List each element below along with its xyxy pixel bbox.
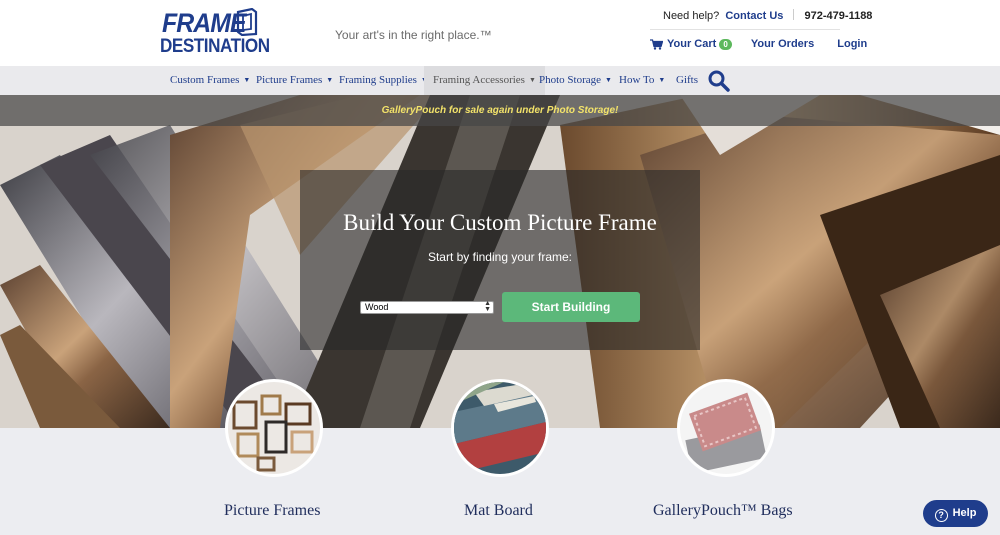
site-tagline: Your art's in the right place.™ <box>335 28 492 42</box>
cart-count-badge: 0 <box>719 38 732 50</box>
nav-label: Photo Storage <box>539 74 602 86</box>
phone-number[interactable]: 972-479-1188 <box>805 10 873 22</box>
cart-link[interactable]: Your Cart 0 <box>650 38 735 50</box>
nav-label: Framing Accessories <box>433 74 525 86</box>
nav-label: How To <box>619 74 655 86</box>
login-link[interactable]: Login <box>837 38 867 50</box>
nav-label: Custom Frames <box>170 74 240 86</box>
logo-text-bottom: DESTINATION <box>160 36 270 57</box>
frame-destination-logo[interactable]: FRAME DESTINATION <box>160 8 270 58</box>
picture-frames-image[interactable] <box>225 379 323 477</box>
frame-search-controls: Wood ▲ ▼ Start Building <box>360 292 640 322</box>
cart-icon <box>650 38 663 50</box>
main-nav: Custom Frames ▼ Picture Frames ▼ Framing S… <box>0 66 1000 95</box>
help-contact-line: Need help? Contact Us 972-479-1188 <box>663 9 872 22</box>
build-frame-panel: Build Your Custom Picture Frame Start by… <box>300 170 700 350</box>
nav-item-photo-storage[interactable]: Photo Storage ▼ <box>530 66 621 95</box>
help-button[interactable]: ? Help <box>923 500 988 527</box>
hero-subtitle: Start by finding your frame: <box>427 250 573 264</box>
header-divider <box>650 29 840 30</box>
nav-label: Picture Frames <box>256 74 323 86</box>
nav-item-framing-accessories[interactable]: Framing Accessories ▼ <box>424 66 545 95</box>
your-cart-label: Your Cart <box>667 38 717 51</box>
gallerypouch-thumbnail <box>680 382 772 474</box>
nav-item-gifts[interactable]: Gifts <box>667 66 707 95</box>
contact-us-link[interactable]: Contact Us <box>725 10 783 22</box>
announcement-bar[interactable]: GalleryPouch for sale again under Photo … <box>0 95 1000 126</box>
picture-frames-label[interactable]: Picture Frames <box>224 502 320 520</box>
gallerypouch-label[interactable]: GalleryPouch™ Bags <box>653 502 793 520</box>
nav-item-framing-supplies[interactable]: Framing Supplies▼ <box>329 66 438 95</box>
mat-board-thumbnail <box>454 382 546 474</box>
frame-type-select[interactable]: Wood ▲ ▼ <box>360 300 494 314</box>
help-label: Help <box>952 507 977 519</box>
your-orders-link[interactable]: Your Orders <box>751 38 814 50</box>
hero-title: Build Your Custom Picture Frame <box>343 210 657 235</box>
nav-label: Gifts <box>676 74 698 86</box>
mat-board-image[interactable] <box>451 379 549 477</box>
question-icon: ? <box>934 509 948 522</box>
logo-frame-mark-icon <box>236 8 258 36</box>
logo-text-top: FRAME <box>162 8 247 38</box>
caret-down-icon: ▼ <box>658 76 666 84</box>
start-building-button[interactable]: Start Building <box>502 292 640 322</box>
need-help-text: Need help? <box>663 10 720 22</box>
nav-item-how-to[interactable]: How To ▼ <box>610 66 674 95</box>
header-separator <box>793 9 795 20</box>
nav-label: Framing Supplies <box>339 74 417 86</box>
select-arrows-icon: ▲ ▼ <box>484 300 491 313</box>
mat-board-label[interactable]: Mat Board <box>464 502 533 520</box>
search-icon[interactable] <box>707 69 731 93</box>
frame-type-value: Wood <box>365 302 389 312</box>
site-header: FRAME DESTINATION Your art's in the righ… <box>0 0 1000 66</box>
account-links: Your Cart 0 Your Orders Login <box>650 38 867 50</box>
gallerypouch-image[interactable] <box>677 379 775 477</box>
picture-frames-thumbnail <box>228 382 320 474</box>
